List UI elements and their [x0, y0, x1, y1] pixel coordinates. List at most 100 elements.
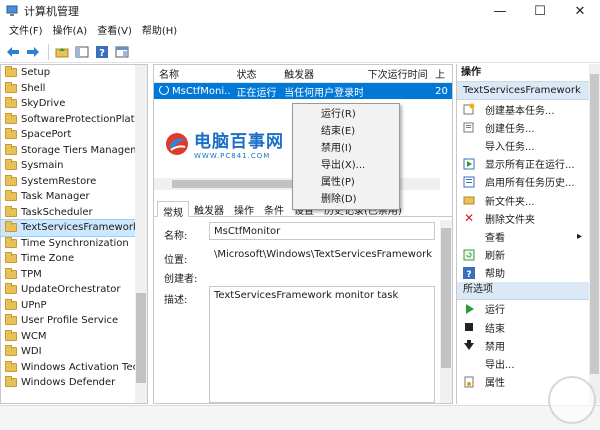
menu-action[interactable]: 操作(A) — [48, 22, 93, 41]
navigation-tree: Setup Shell SkyDrive SoftwareProtectionPlat… — [0, 64, 148, 404]
tree-item[interactable]: SkyDrive — [1, 96, 147, 112]
action-item[interactable]: 显示所有正在运行... — [457, 155, 600, 173]
tree-item-label: SkyDrive — [21, 98, 66, 110]
folder-icon — [5, 81, 17, 93]
maximize-button[interactable]: ☐ — [520, 0, 560, 22]
watermark-brand: 电脑百事网 — [194, 132, 284, 152]
tree-item[interactable]: Time Zone — [1, 251, 147, 267]
tree-item[interactable]: Task Manager — [1, 189, 147, 205]
menu-file[interactable]: 文件(F) — [4, 22, 48, 41]
context-delete[interactable]: 删除(D) — [293, 191, 399, 208]
action-item[interactable]: 查看 ▸ — [457, 227, 600, 245]
details-scrollbar[interactable] — [440, 220, 452, 403]
tree-item[interactable]: TextServicesFramework — [1, 219, 147, 237]
menu-help[interactable]: 帮助(H) — [137, 22, 182, 41]
action-label: 刷新 — [485, 251, 505, 263]
tree-item-label: Task Manager — [21, 191, 90, 203]
tree-item[interactable]: Setup — [1, 65, 147, 81]
scrollbar-thumb[interactable] — [136, 293, 146, 383]
name-field[interactable]: MsCtfMonitor — [209, 222, 435, 240]
scrollbar-thumb[interactable] — [590, 74, 599, 374]
tree-item-label: TaskScheduler — [21, 206, 93, 218]
tree-item[interactable]: Sysmain — [1, 158, 147, 174]
tree-item[interactable]: TPM — [1, 267, 147, 283]
column-header-name[interactable]: 名称 — [154, 66, 231, 81]
tree-item-label: Time Zone — [21, 253, 75, 265]
help-icon[interactable]: ? — [93, 43, 111, 61]
action-item[interactable]: ? 帮助 — [457, 264, 600, 282]
action-item[interactable]: 启用所有任务历史... — [457, 173, 600, 191]
tree-item[interactable]: Shell — [1, 81, 147, 97]
tree-item[interactable]: WCM — [1, 329, 147, 345]
console-icon[interactable] — [113, 43, 131, 61]
tree-item[interactable]: SoftwareProtectionPlatform — [1, 112, 147, 128]
tree-item[interactable]: User Profile Service — [1, 313, 147, 329]
tree-item-label: TextServicesFramework — [21, 222, 139, 234]
table-row[interactable]: MsCtfMoni... 正在运行 当任何用户登录时 20 — [154, 83, 452, 99]
tree-item[interactable]: SystemRestore — [1, 174, 147, 190]
tree-item[interactable]: Windows Defender — [1, 375, 147, 391]
minimize-button[interactable]: — — [480, 0, 520, 22]
context-disable[interactable]: 禁用(I) — [293, 140, 399, 157]
folder-icon — [5, 283, 17, 295]
watermark-logo-icon — [164, 131, 190, 157]
tree-scrollbar[interactable] — [135, 65, 147, 403]
action-item[interactable]: ✕ 删除文件夹 — [457, 209, 600, 227]
computer-management-icon — [6, 5, 18, 17]
stop-icon — [463, 321, 475, 333]
column-header-trigger[interactable]: 触发器 — [279, 66, 362, 81]
context-export[interactable]: 导出(X)... — [293, 157, 399, 174]
scrollbar-thumb[interactable] — [172, 180, 298, 188]
back-arrow-icon[interactable] — [4, 43, 22, 61]
svg-text:?: ? — [466, 270, 471, 279]
tree-item[interactable]: WDI — [1, 344, 147, 360]
action-item[interactable]: 导入任务... — [457, 136, 600, 154]
context-run[interactable]: 运行(R) — [293, 106, 399, 123]
column-header-next-run[interactable]: 下次运行时间 — [363, 66, 431, 81]
column-header-last-run[interactable]: 上 — [430, 66, 452, 81]
tab-triggers[interactable]: 触发器 — [189, 200, 229, 217]
context-properties[interactable]: 属性(P) — [293, 174, 399, 191]
tree-item[interactable]: UPnP — [1, 298, 147, 314]
actions-pane: 操作 TextServicesFramework ▴ 创建基本任务... 创建任务… — [456, 64, 600, 404]
action-item[interactable]: 刷新 — [457, 246, 600, 264]
chevron-right-icon: ▸ — [576, 230, 582, 242]
actions-scrollbar[interactable] — [589, 64, 600, 404]
tree-item[interactable]: Storage Tiers Management — [1, 143, 147, 159]
menu-view[interactable]: 查看(V) — [92, 22, 137, 41]
folder-icon — [5, 66, 17, 78]
tab-general[interactable]: 常规 — [157, 201, 189, 219]
action-item[interactable]: 导出... — [457, 354, 600, 372]
description-field[interactable]: TextServicesFramework monitor task — [209, 286, 435, 403]
tree-item[interactable]: Time Synchronization — [1, 236, 147, 252]
action-item[interactable]: 结束 — [457, 318, 600, 336]
show-hide-tree-icon[interactable] — [73, 43, 91, 61]
action-item[interactable]: 创建基本任务... — [457, 100, 600, 118]
forward-arrow-icon[interactable] — [24, 43, 42, 61]
actions-section-folder[interactable]: TextServicesFramework ▴ — [457, 82, 600, 100]
scrollbar-thumb[interactable] — [441, 228, 451, 368]
close-button[interactable]: ✕ — [560, 0, 600, 22]
up-folder-icon[interactable] — [53, 43, 71, 61]
title-bar: 计算机管理 — ☐ ✕ — [0, 0, 600, 22]
column-header-status[interactable]: 状态 — [231, 66, 279, 81]
tree-item-label: SystemRestore — [21, 175, 97, 187]
action-item[interactable]: 运行 — [457, 300, 600, 318]
tab-conditions[interactable]: 条件 — [259, 200, 289, 217]
action-item[interactable]: 创建任务... — [457, 118, 600, 136]
context-end[interactable]: 结束(E) — [293, 123, 399, 140]
status-bar — [0, 405, 600, 430]
tree-item[interactable]: Windows Activation Technologies — [1, 360, 147, 376]
tree-item[interactable]: UpdateOrchestrator — [1, 282, 147, 298]
svg-text:?: ? — [99, 48, 105, 59]
action-label: 查看 — [485, 232, 505, 244]
folder-icon — [5, 329, 17, 341]
task-status: 正在运行 — [236, 87, 277, 99]
folder-icon — [5, 360, 17, 372]
tab-actions[interactable]: 操作 — [229, 200, 259, 217]
tree-item[interactable]: TaskScheduler — [1, 205, 147, 221]
action-item[interactable]: 新文件夹... — [457, 191, 600, 209]
action-item[interactable]: 禁用 — [457, 336, 600, 354]
tree-item[interactable]: SpacePort — [1, 127, 147, 143]
actions-section-selected[interactable]: 所选项 ▴ — [457, 281, 600, 300]
